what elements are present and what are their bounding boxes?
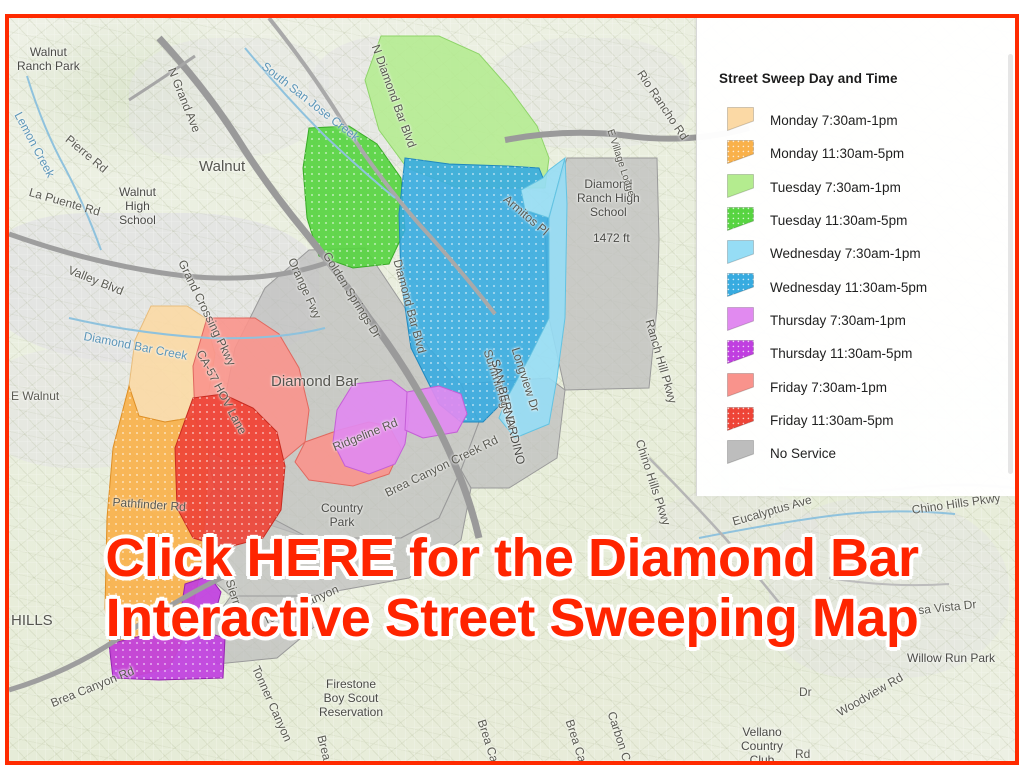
legend-color-swatch bbox=[727, 373, 754, 398]
legend-item[interactable]: Thursday 11:30am-5pm bbox=[697, 337, 1015, 370]
legend-color-swatch bbox=[727, 439, 754, 464]
legend-item[interactable]: Friday 7:30am-1pm bbox=[697, 370, 1015, 403]
legend-item[interactable]: Tuesday 7:30am-1pm bbox=[697, 171, 1015, 204]
legend-color-swatch bbox=[727, 240, 754, 265]
legend-color-swatch bbox=[727, 273, 754, 298]
legend-item-label: Wednesday 7:30am-1pm bbox=[770, 246, 921, 262]
cta-line-1: Click HERE for the Diamond Bar bbox=[105, 528, 919, 588]
legend-item-label: Thursday 7:30am-1pm bbox=[770, 312, 906, 328]
legend-item[interactable]: Monday 7:30am-1pm bbox=[697, 104, 1015, 137]
legend-color-swatch bbox=[727, 406, 754, 431]
cta-line-2: Interactive Street Sweeping Map bbox=[105, 588, 919, 648]
legend-item[interactable]: Tuesday 11:30am-5pm bbox=[697, 204, 1015, 237]
zone-tuesday-1130am-5pm bbox=[302, 125, 406, 269]
legend-item-label: Friday 11:30am-5pm bbox=[770, 412, 894, 428]
legend-item[interactable]: No Service bbox=[697, 437, 1015, 470]
legend-item[interactable]: Wednesday 7:30am-1pm bbox=[697, 237, 1015, 270]
interactive-map-cta-link[interactable]: Click HERE for the Diamond Bar Interacti… bbox=[9, 528, 1015, 648]
legend-item-label: Thursday 11:30am-5pm bbox=[770, 346, 913, 362]
legend-item-label: Wednesday 11:30am-5pm bbox=[770, 279, 928, 295]
legend-panel: Street Sweep Day and Time Monday 7:30am-… bbox=[696, 18, 1015, 496]
legend-color-swatch bbox=[727, 306, 754, 331]
legend-item[interactable]: Wednesday 11:30am-5pm bbox=[697, 270, 1015, 303]
legend-color-swatch bbox=[727, 173, 754, 198]
legend-item[interactable]: Thursday 7:30am-1pm bbox=[697, 304, 1015, 337]
legend-title: Street Sweep Day and Time bbox=[719, 71, 898, 86]
legend-color-swatch bbox=[727, 206, 754, 231]
legend-color-swatch bbox=[727, 107, 754, 131]
legend-item[interactable]: Friday 11:30am-5pm bbox=[697, 404, 1015, 437]
legend-color-swatch bbox=[727, 140, 754, 165]
legend-item-label: Friday 7:30am-1pm bbox=[770, 379, 888, 395]
legend-item-label: Monday 7:30am-1pm bbox=[770, 113, 898, 129]
basemap-canvas[interactable]: Walnut Ranch Park Lemon Creek Pierre Rd La … bbox=[9, 18, 1015, 761]
legend-item-label: No Service bbox=[770, 446, 837, 462]
legend-item-label: Monday 11:30am-5pm bbox=[770, 146, 905, 162]
legend-item[interactable]: Monday 11:30am-5pm bbox=[697, 137, 1015, 170]
street-sweeping-map-page: Walnut Ranch Park Lemon Creek Pierre Rd La … bbox=[0, 0, 1024, 781]
legend-item-label: Tuesday 11:30am-5pm bbox=[770, 213, 908, 229]
legend-item-list: Monday 7:30am-1pm Monday 11:30am-5pm Tuesd… bbox=[697, 104, 1015, 470]
legend-item-label: Tuesday 7:30am-1pm bbox=[770, 179, 901, 195]
legend-scrollbar[interactable] bbox=[1008, 54, 1013, 474]
legend-color-swatch bbox=[727, 340, 754, 365]
red-bordered-map-frame: Walnut Ranch Park Lemon Creek Pierre Rd La … bbox=[5, 14, 1019, 765]
